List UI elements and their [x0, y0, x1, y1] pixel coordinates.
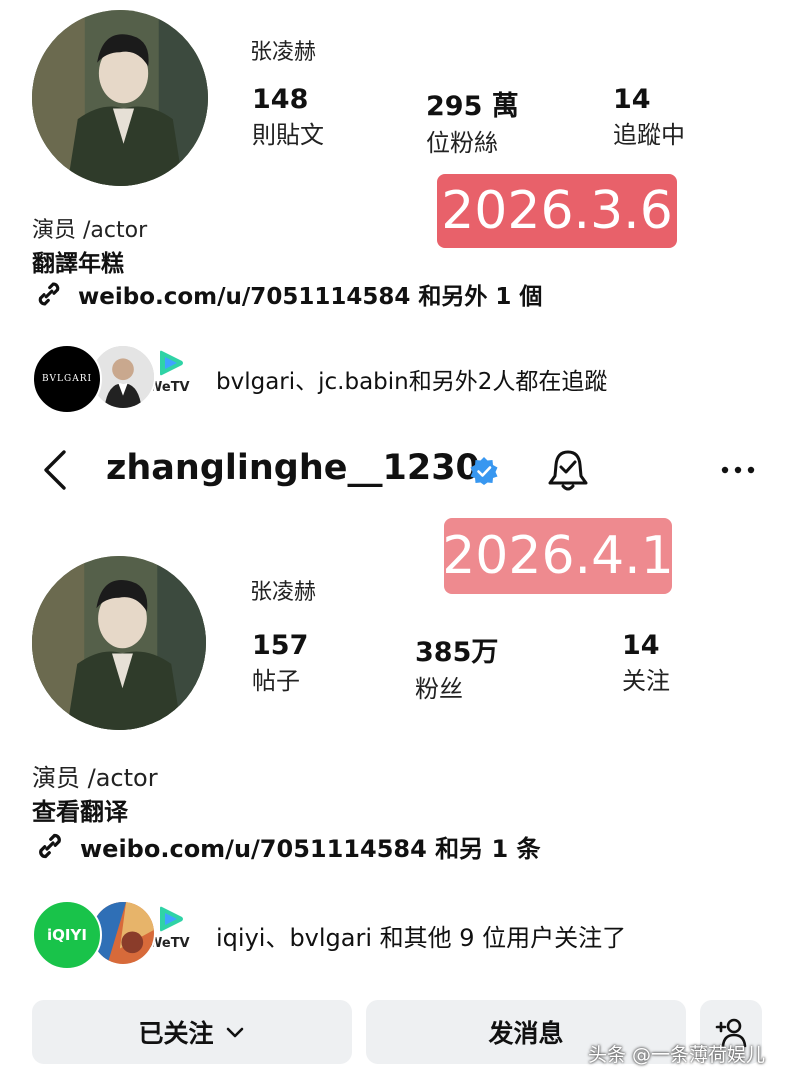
date-badge-top: 2026.3.6	[437, 174, 677, 248]
bio-text-bottom: 演员 /actor	[32, 764, 158, 792]
header-username: zhanglinghe__1230	[106, 448, 480, 488]
profile-avatar-bottom[interactable]	[32, 556, 206, 730]
external-link-bottom[interactable]: weibo.com/u/7051114584 和另 1 条	[32, 828, 541, 864]
iqiyi-logo: iQIYI	[32, 900, 102, 970]
stat-label: 位粉絲	[426, 129, 498, 157]
profile-avatar-top[interactable]	[32, 10, 208, 186]
mutual-followers-text-top[interactable]: bvlgari、jc.babin和另外2人都在追蹤	[216, 362, 607, 396]
stat-following-top[interactable]: 14 追蹤中	[613, 84, 685, 150]
stat-followers-bottom[interactable]: 385万 粉丝	[415, 630, 498, 704]
external-link-top[interactable]: weibo.com/u/7051114584 和另外 1 個	[32, 277, 542, 311]
stat-value: 14	[622, 630, 660, 661]
watermark: 头条 @一条薄荷娱儿	[588, 1044, 766, 1066]
stat-value: 148	[252, 84, 309, 115]
stat-following-bottom[interactable]: 14 关注	[622, 630, 670, 696]
stat-value: 295 萬	[426, 91, 519, 122]
stat-label: 关注	[622, 667, 670, 695]
bvlgari-logo: BVLGARI	[32, 344, 102, 414]
display-name-top: 张凌赫	[250, 40, 317, 65]
following-label: 已关注	[138, 1019, 214, 1048]
date-badge-bottom: 2026.4.1	[442, 518, 674, 594]
mutual-followers-text-bottom[interactable]: iqiyi、bvlgari 和其他 9 位用户关注了	[216, 918, 626, 953]
stat-value: 157	[252, 630, 309, 661]
stat-label: 帖子	[252, 667, 300, 695]
stat-label: 追蹤中	[613, 121, 685, 149]
bio-text-top: 演员 /actor	[32, 218, 148, 243]
translate-link-bottom[interactable]: 查看翻译	[32, 792, 128, 827]
display-name-bottom: 张凌赫	[250, 580, 317, 605]
stat-label: 則貼文	[252, 121, 324, 149]
stat-posts-top[interactable]: 148 則貼文	[252, 84, 324, 150]
stat-followers-top[interactable]: 295 萬 位粉絲	[426, 84, 519, 158]
back-arrow-icon	[44, 450, 66, 490]
link-icon	[38, 282, 60, 306]
link-text: weibo.com/u/7051114584 和另外 1 個	[78, 284, 543, 310]
more-options-button[interactable]	[718, 458, 758, 482]
stat-posts-bottom[interactable]: 157 帖子	[252, 630, 308, 696]
stat-label: 粉丝	[415, 675, 463, 703]
avatar-portrait	[32, 10, 208, 186]
wetv-play-icon	[160, 350, 183, 376]
avatar-portrait	[32, 556, 206, 730]
link-icon	[39, 833, 61, 859]
notification-bell-button[interactable]	[544, 448, 592, 494]
bell-icon	[548, 450, 588, 491]
translate-link-top[interactable]: 翻譯年糕	[32, 244, 124, 278]
link-text: weibo.com/u/7051114584 和另 1 条	[80, 834, 541, 863]
chevron-down-icon	[226, 1027, 243, 1038]
verified-badge-icon	[469, 456, 499, 486]
message-label: 发消息	[488, 1019, 564, 1048]
stat-value: 14	[613, 84, 651, 115]
more-icon	[721, 466, 755, 474]
back-button[interactable]	[38, 448, 78, 492]
following-button[interactable]: 已关注	[32, 1000, 352, 1064]
stat-value: 385万	[415, 637, 499, 668]
wetv-play-icon	[160, 906, 183, 932]
